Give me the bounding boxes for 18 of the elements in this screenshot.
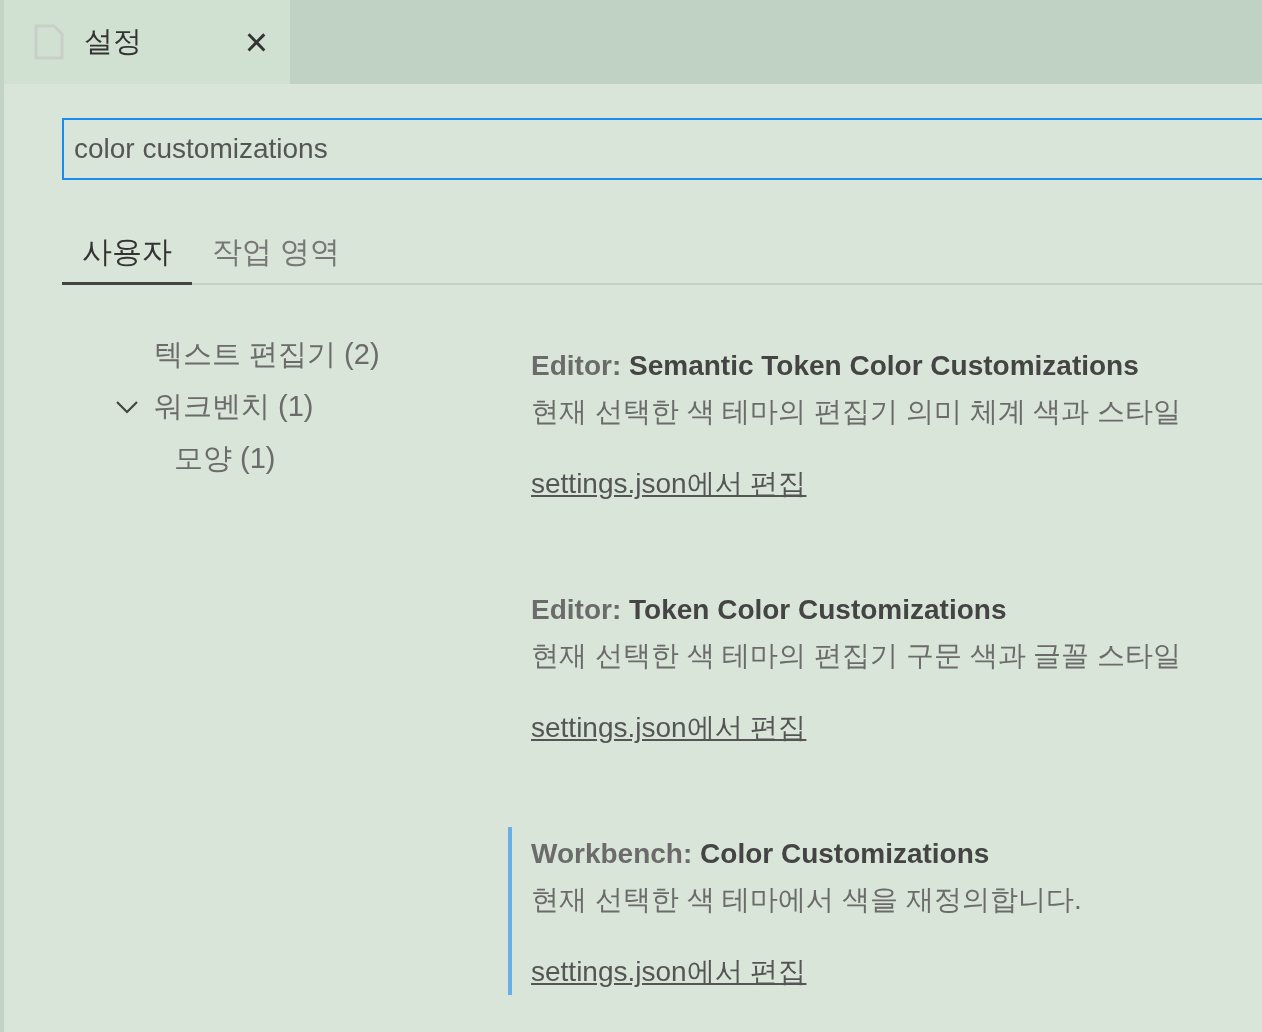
close-button[interactable]: × [240,22,272,62]
search-field[interactable]: color customizations [62,118,1262,180]
tab-title: 설정 [84,24,143,59]
setting-title: Editor: Token Color Customizations [531,593,1008,627]
edit-in-settings-json-link[interactable]: settings.json에서 편집 [531,955,807,989]
toc-item[interactable]: 텍스트 편집기 (2) [154,335,380,375]
edit-in-settings-json-link[interactable]: settings.json에서 편집 [531,711,807,745]
toc-item[interactable]: 워크벤치 (1) [154,387,314,427]
editor-tab[interactable]: 설정 × [4,0,290,84]
toc-item[interactable]: 모양 (1) [174,439,276,479]
setting-description: 현재 선택한 색 테마의 편집기 의미 체계 색과 스타일 [531,395,1183,429]
edit-in-settings-json-link[interactable]: settings.json에서 편집 [531,467,807,501]
setting-description: 현재 선택한 색 테마의 편집기 구문 색과 글꼴 스타일 [531,639,1183,673]
scope-tab[interactable]: 작업 영역 [192,210,361,285]
scope-tab[interactable]: 사용자 [62,210,192,285]
setting-description: 현재 선택한 색 테마에서 색을 재정의합니다. [531,883,1083,917]
setting-title: Editor: Semantic Token Color Customizations [531,349,1140,383]
setting-title: Workbench: Color Customizations [531,837,991,871]
